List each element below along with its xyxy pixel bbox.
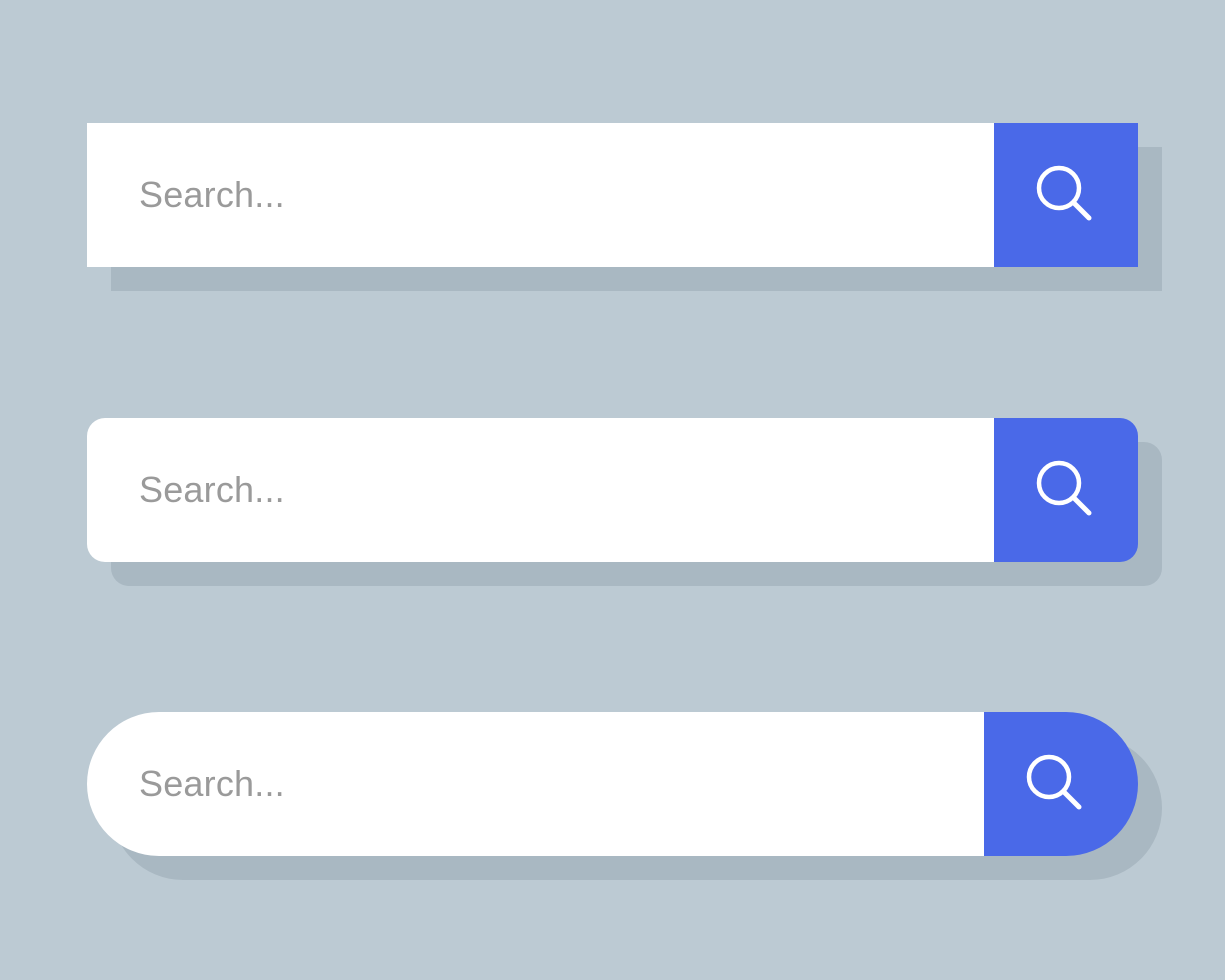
search-button[interactable] [984, 712, 1138, 856]
search-placeholder: Search... [139, 469, 285, 510]
search-input[interactable]: Search... [87, 123, 994, 267]
search-placeholder: Search... [139, 174, 285, 215]
search-bar-square: Search... [87, 123, 1162, 291]
search-icon [1026, 754, 1082, 810]
search-button[interactable] [994, 123, 1138, 267]
search-button[interactable] [994, 418, 1138, 562]
search-icon [1036, 165, 1092, 221]
search-icon [1036, 460, 1092, 516]
search-placeholder: Search... [139, 763, 285, 804]
search-bar-rounded: Search... [87, 418, 1162, 586]
search-input[interactable]: Search... [87, 712, 984, 856]
search-bar-pill: Search... [87, 712, 1162, 880]
search-input[interactable]: Search... [87, 418, 994, 562]
